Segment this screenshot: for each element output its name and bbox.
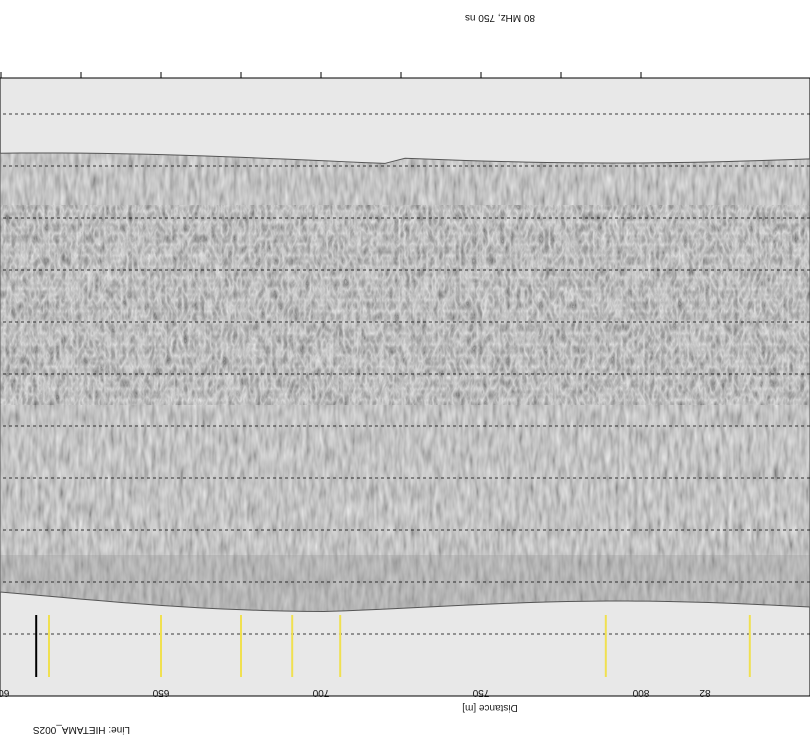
x-axis-ticks [0,72,642,78]
strong-reflection-band [0,205,810,405]
x-tick-label: 650 [152,687,170,698]
x-tick-label: 750 [472,687,490,698]
x-tick-label: 82 [699,687,711,698]
x-axis-label: Distance [m] [462,702,518,713]
x-tick-label: 600 [0,687,10,698]
line-name-label: Line: HIETAMA_002S [32,724,130,735]
x-tick-label: 700 [312,687,330,698]
radargram-plot [0,72,810,697]
x-tick-label: 800 [632,687,650,698]
radargram-rotated-group [0,0,810,755]
chart-title: 80 MHz, 750 ns [464,12,536,23]
radar-data-region [0,153,810,612]
radargram-figure: 80 MHz, 750 ns Distance [m] Line: HIETAM… [0,0,810,755]
